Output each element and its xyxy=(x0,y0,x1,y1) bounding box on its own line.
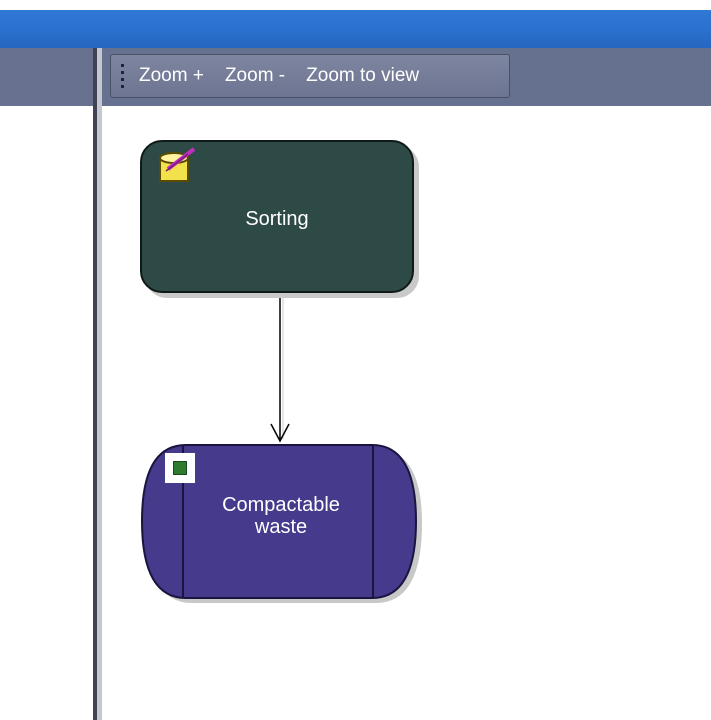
diagram-canvas[interactable]: Sorting Compactable waste xyxy=(102,106,711,720)
waste-label-line1: Compactable xyxy=(222,494,340,516)
green-square-icon xyxy=(165,453,195,483)
left-panel-header xyxy=(0,48,93,106)
toolbar-grip-handle[interactable] xyxy=(121,64,125,88)
title-strip xyxy=(0,0,711,10)
compactable-waste-node[interactable]: Compactable waste xyxy=(140,443,422,603)
zoom-to-view-button[interactable]: Zoom to view xyxy=(306,65,419,87)
zoom-in-button[interactable]: Zoom + xyxy=(139,65,204,87)
sorting-bin-icon xyxy=(159,147,196,182)
panel-splitter[interactable] xyxy=(93,48,102,720)
window-title-bar xyxy=(0,10,711,48)
zoom-out-button[interactable]: Zoom - xyxy=(225,65,285,87)
waste-label-line2: waste xyxy=(254,516,308,538)
sorting-node-label: Sorting xyxy=(245,208,309,230)
waste-node-label: Compactable waste xyxy=(140,494,422,538)
sorting-node[interactable]: Sorting xyxy=(140,140,414,293)
zoom-toolbar: Zoom + Zoom - Zoom to view xyxy=(110,54,510,98)
